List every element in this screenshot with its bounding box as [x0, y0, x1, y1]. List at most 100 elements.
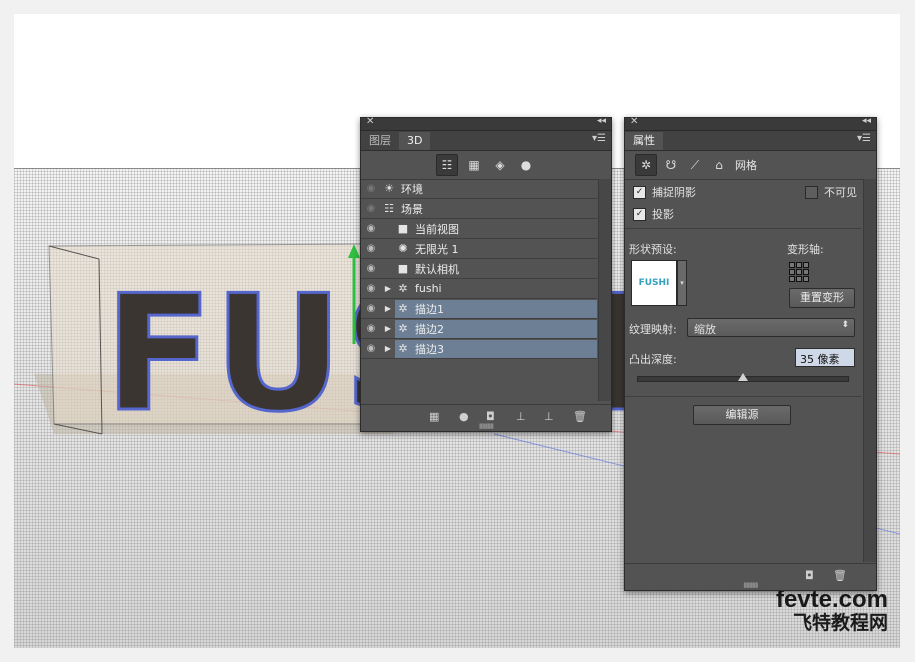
cast-shadows-label: 投影 — [652, 208, 674, 221]
scene-tree-row[interactable]: ◉ ☀ 环境 — [361, 179, 597, 199]
delete-icon[interactable]: 🗑 — [573, 410, 587, 423]
row-content: ✲ 描边1 — [395, 299, 597, 318]
row-content: ☷ 场景 — [381, 200, 597, 218]
tab-layers[interactable]: 图层 — [361, 132, 399, 150]
expand-arrow-icon[interactable]: ▶ — [381, 324, 395, 333]
row-label: 场景 — [401, 202, 423, 216]
scene-filter-icon[interactable]: ☷ — [436, 154, 458, 176]
visibility-eye-icon[interactable]: ◉ — [361, 303, 381, 314]
new-light-icon[interactable]: ⊥ — [544, 410, 554, 423]
mesh-filter-icon[interactable]: ▦ — [464, 155, 484, 175]
resize-grip-icon[interactable]: ▮▮▮▮▮ — [479, 422, 494, 430]
close-icon[interactable]: ✕ — [630, 116, 638, 127]
expand-arrow-icon[interactable]: ▶ — [381, 344, 395, 353]
texture-mapping-label: 纹理映射: — [629, 323, 677, 336]
cap-icon[interactable]: ⟋ — [685, 155, 705, 175]
row-content: ☀ 环境 — [381, 180, 597, 198]
mesh-icon[interactable]: ✲ — [635, 154, 657, 176]
cast-shadows-row[interactable]: ✓ 投影 — [633, 206, 674, 222]
mesh-add-icon[interactable]: ▦ — [429, 410, 439, 423]
catch-shadows-row[interactable]: ✓ 捕捉阴影 — [633, 184, 696, 200]
panel-footer: ◘ 🗑 ▮▮▮▮▮ — [625, 563, 876, 590]
deform-axis-grid-icon[interactable] — [789, 262, 809, 282]
scene-tree-row[interactable]: ◉ ▶ ✲ 描边1 — [361, 299, 597, 319]
mesh-icon: ✲ — [398, 302, 408, 315]
row-content: ✲ fushi — [395, 280, 597, 298]
visibility-eye-icon[interactable]: ◉ — [361, 323, 381, 334]
panel-footer: ▦ ● ◘ ⊥ ⊥ 🗑 ▮▮▮▮▮ — [361, 404, 611, 431]
visibility-eye-icon[interactable]: ◉ — [361, 183, 381, 194]
reset-deform-button[interactable]: 重置变形 — [789, 288, 855, 308]
scene-tree-row[interactable]: ◉ ▶ ✲ 描边2 — [361, 319, 597, 339]
extrusion-slider[interactable] — [637, 373, 849, 382]
collapse-icon[interactable]: ◂◂ — [862, 116, 871, 126]
properties-panel: ✕ ◂◂ 属性 ▾☰ ✲ ☋ ⟋ ⌂ 网格 ✓ 捕捉阴影 不可见 ✓ 投影 形状… — [624, 116, 877, 591]
visibility-eye-icon[interactable]: ◉ — [361, 243, 381, 254]
light-add-icon[interactable]: ● — [459, 410, 469, 423]
panel-titlebar: ✕ ◂◂ — [625, 116, 876, 131]
resize-grip-icon[interactable]: ▮▮▮▮▮ — [743, 581, 758, 589]
select-chevron-icon: ⬍ — [841, 320, 849, 330]
catch-shadows-checkbox[interactable]: ✓ — [633, 185, 646, 199]
expand-arrow-icon[interactable]: ▶ — [381, 284, 395, 293]
scene-tree-row[interactable]: ◉ ▶ ✲ fushi — [361, 279, 597, 299]
panel-tabs: 图层 3D ▾☰ — [361, 131, 611, 151]
row-label: 描边3 — [415, 342, 444, 356]
mesh-icon: ✲ — [398, 342, 408, 355]
row-label: 无限光 1 — [415, 242, 459, 256]
tab-properties[interactable]: 属性 — [625, 132, 663, 150]
layers-3d-panel: ✕ ◂◂ 图层 3D ▾☰ ☷ ▦ ◈ ● ◉ ☀ 环境 ◉ ☷ 场景 ◉ ■ 当前视图 ◉ ✺ 无限… — [360, 116, 612, 432]
coordinates-icon[interactable]: ⌂ — [709, 155, 729, 175]
light-icon: ✺ — [398, 242, 408, 255]
extrusion-depth-input[interactable]: 35 像素 — [795, 348, 855, 367]
slider-thumb[interactable] — [738, 373, 748, 381]
camera-icon: ■ — [397, 222, 409, 235]
row-content: ✲ 描边2 — [395, 319, 597, 338]
scene-icon: ☷ — [384, 202, 394, 215]
row-label: 环境 — [401, 182, 423, 196]
row-content: ✲ 描边3 — [395, 339, 597, 358]
visibility-eye-icon[interactable]: ◉ — [361, 343, 381, 354]
scene-tree-row[interactable]: ◉ ▶ ✲ 描边3 — [361, 339, 597, 359]
panel-tabs: 属性 ▾☰ — [625, 131, 876, 151]
cast-shadows-checkbox[interactable]: ✓ — [633, 207, 646, 221]
panel-menu-icon[interactable]: ▾☰ — [857, 133, 871, 144]
preset-dropdown-icon[interactable]: ▾ — [677, 260, 687, 306]
visibility-eye-icon[interactable]: ◉ — [361, 223, 381, 234]
close-icon[interactable]: ✕ — [366, 116, 374, 127]
camera-icon: ■ — [397, 262, 409, 275]
visibility-eye-icon[interactable]: ◉ — [361, 203, 381, 214]
visibility-eye-icon[interactable]: ◉ — [361, 263, 381, 274]
scene-tree-row[interactable]: ◉ ■ 当前视图 — [361, 219, 597, 239]
scene-tree: ◉ ☀ 环境 ◉ ☷ 场景 ◉ ■ 当前视图 ◉ ✺ 无限光 1 ◉ ■ 默认相机 ◉ ▶ ✲ fushi ◉ ▶ ✲ 描边… — [361, 179, 597, 401]
material-filter-icon[interactable]: ◈ — [490, 155, 510, 175]
tab-3d[interactable]: 3D — [399, 132, 431, 150]
panel-titlebar: ✕ ◂◂ — [361, 116, 611, 131]
panel-menu-icon[interactable]: ▾☰ — [592, 133, 606, 144]
collapse-icon[interactable]: ◂◂ — [597, 116, 606, 126]
row-content: ✺ 无限光 1 — [395, 240, 597, 258]
extrusion-depth-label: 凸出深度: — [629, 353, 677, 366]
edit-source-button[interactable]: 编辑源 — [693, 405, 791, 425]
render-icon[interactable]: ◘ — [805, 569, 814, 582]
scene-tree-row[interactable]: ◉ ✺ 无限光 1 — [361, 239, 597, 259]
delete-icon[interactable]: 🗑 — [833, 569, 847, 582]
invisible-row[interactable]: 不可见 — [805, 184, 857, 200]
light-filter-icon[interactable]: ● — [516, 155, 536, 175]
visibility-eye-icon[interactable]: ◉ — [361, 283, 381, 294]
invisible-checkbox[interactable] — [805, 185, 818, 199]
ground-icon[interactable]: ⊥ — [516, 410, 526, 423]
scrollbar[interactable] — [598, 179, 611, 401]
mesh-icon: ✲ — [398, 322, 408, 335]
row-label: 当前视图 — [415, 222, 459, 236]
scrollbar[interactable] — [863, 179, 876, 562]
scene-tree-row[interactable]: ◉ ☷ 场景 — [361, 199, 597, 219]
expand-arrow-icon[interactable]: ▶ — [381, 304, 395, 313]
catch-shadows-label: 捕捉阴影 — [652, 186, 696, 199]
deform-icon[interactable]: ☋ — [661, 155, 681, 175]
mesh-icon: ✲ — [398, 282, 408, 295]
shape-preset-thumbnail[interactable]: FUSHI — [631, 260, 677, 306]
row-content: ■ 当前视图 — [395, 220, 597, 238]
texture-mapping-select[interactable]: 缩放 ⬍ — [687, 318, 855, 337]
scene-tree-row[interactable]: ◉ ■ 默认相机 — [361, 259, 597, 279]
